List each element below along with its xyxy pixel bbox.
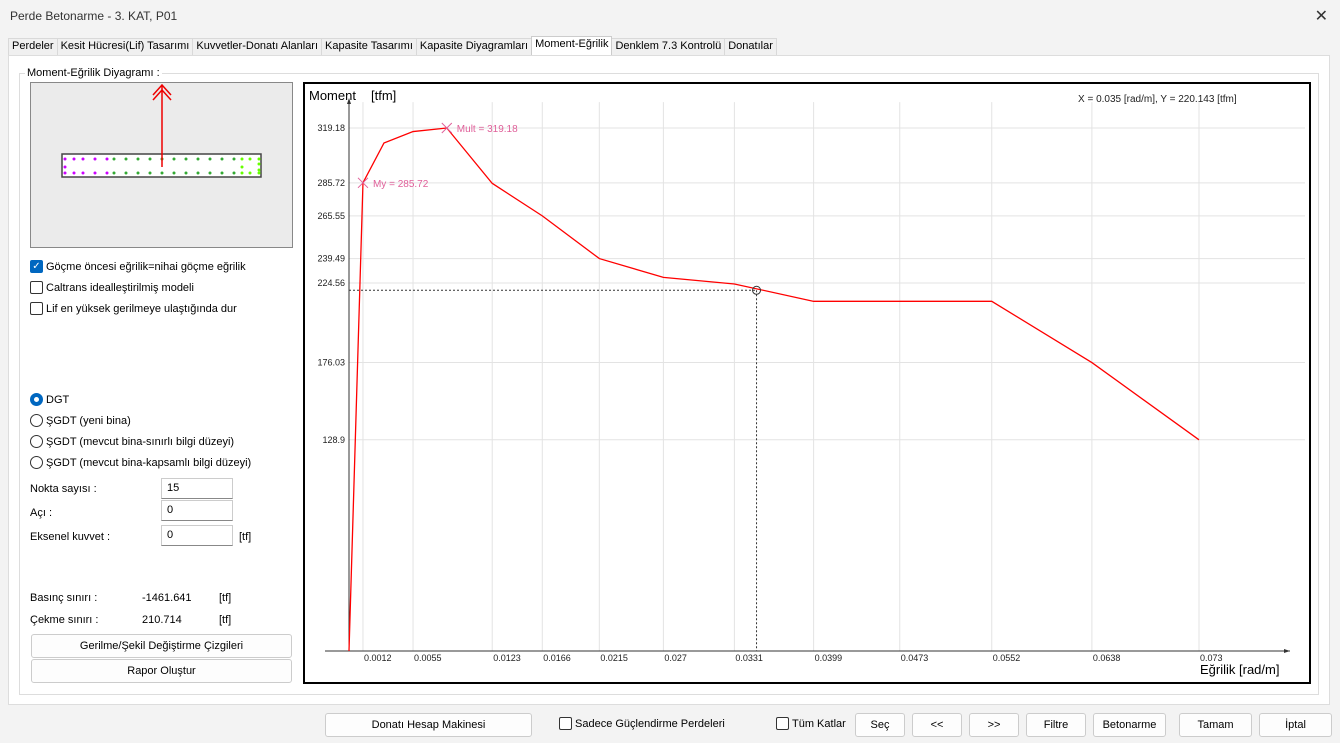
cekme-unit: [tf] xyxy=(219,614,232,626)
x-tick-label: 0.0552 xyxy=(993,653,1021,663)
x-tick-label: 0.0055 xyxy=(414,653,442,663)
sadece-label: Sadece Güçlendirme Perdeleri xyxy=(575,717,725,730)
radio-label: DGT xyxy=(46,393,70,406)
cursor-readout: X = 0.035 [rad/m], Y = 220.143 [tfm] xyxy=(1078,94,1237,105)
tab-4[interactable]: Kapasite Diyagramları xyxy=(415,38,533,55)
tab-6[interactable]: Denklem 7.3 Kontrolü xyxy=(611,38,726,55)
moment-curvature-chart[interactable]: 0.0012 0.0055 0.0123 0.0166 0.0215 0.027 0.033… xyxy=(303,82,1311,684)
rapor-olustur-button[interactable]: Rapor Oluştur xyxy=(31,659,292,683)
section-preview xyxy=(30,82,293,248)
x-tick-label: 0.0012 xyxy=(364,653,392,663)
basinc-unit: [tf] xyxy=(219,592,232,604)
next-button[interactable]: >> xyxy=(969,713,1019,737)
tab-bar: Perdeler Kesit Hücresi(Lif) Tasarımı Kuvve… xyxy=(8,36,777,55)
aci-input[interactable]: 0 xyxy=(161,500,233,521)
x-tick-label: 0.0473 xyxy=(901,653,929,663)
radio-icon[interactable] xyxy=(30,393,43,406)
y-axis-unit: [tfm] xyxy=(371,88,396,103)
annotation-label: Mult = 319.18 xyxy=(457,124,518,135)
tab-0[interactable]: Perdeler xyxy=(8,38,58,55)
sadece-guclendirme-checkbox[interactable]: Sadece Güçlendirme Perdeleri xyxy=(559,717,725,730)
radio-icon[interactable] xyxy=(30,435,43,448)
iptal-button[interactable]: İptal xyxy=(1259,713,1332,737)
y-tick-label: 319.18 xyxy=(317,123,345,133)
y-tick-label: 265.55 xyxy=(317,211,345,221)
radio-icon[interactable] xyxy=(30,414,43,427)
annotation-label: My = 285.72 xyxy=(373,179,429,190)
tab-7[interactable]: Donatılar xyxy=(724,38,777,55)
tab-2[interactable]: Kuvvetler-Donatı Alanları xyxy=(192,38,323,55)
checkbox-icon[interactable] xyxy=(30,302,43,315)
basinc-value: -1461.641 xyxy=(142,592,192,604)
radio-label: ŞGDT (mevcut bina-sınırlı bilgi düzeyi) xyxy=(46,435,235,448)
x-axis-arrow xyxy=(1284,649,1290,653)
checkbox-icon[interactable] xyxy=(30,281,43,294)
x-tick-label: 0.0123 xyxy=(493,653,521,663)
x-tick-label: 0.027 xyxy=(664,653,687,663)
radio-label: ŞGDT (mevcut bina-kapsamlı bilgi düzeyi) xyxy=(46,456,252,469)
option-checkbox-1[interactable]: Caltrans idealleştirilmiş modeli xyxy=(30,281,246,294)
tab-5[interactable]: Moment-Eğrilik xyxy=(531,36,613,55)
cekme-value: 210.714 xyxy=(142,614,182,626)
eksenel-label: Eksenel kuvvet : xyxy=(30,531,111,543)
nokta-sayisi-input[interactable]: 15 xyxy=(161,478,233,499)
filtre-button[interactable]: Filtre xyxy=(1026,713,1086,737)
cekme-label: Çekme sınırı : xyxy=(30,614,99,626)
close-icon[interactable]: ✕ xyxy=(1315,6,1328,26)
gerilme-cizgileri-button[interactable]: Gerilme/Şekil Değiştirme Çizgileri xyxy=(31,634,292,658)
basinc-label: Basınç sınırı : xyxy=(30,592,98,604)
x-tick-label: 0.0331 xyxy=(735,653,763,663)
standard-radio-1[interactable]: ŞGDT (yeni bina) xyxy=(30,414,251,427)
x-axis-title: Eğrilik [rad/m] xyxy=(1200,662,1279,677)
y-axis-title: Moment xyxy=(309,88,356,103)
donati-hesap-makinesi-button[interactable]: Donatı Hesap Makinesi xyxy=(325,713,532,737)
x-tick-label: 0.0399 xyxy=(815,653,843,663)
tamam-button[interactable]: Tamam xyxy=(1179,713,1252,737)
standard-radio-3[interactable]: ŞGDT (mevcut bina-kapsamlı bilgi düzeyi) xyxy=(30,456,251,469)
aci-label: Açı : xyxy=(30,507,53,519)
y-tick-label: 176.03 xyxy=(317,358,345,368)
y-tick-label: 128.9 xyxy=(322,435,345,445)
y-tick-label: 285.72 xyxy=(317,178,345,188)
y-tick-label: 239.49 xyxy=(317,254,345,264)
checkbox-icon[interactable]: ✓ xyxy=(30,260,43,273)
tum-katlar-label: Tüm Katlar xyxy=(792,717,846,730)
group-label: Moment-Eğrilik Diyagramı : xyxy=(25,67,162,79)
checkbox-label: Caltrans idealleştirilmiş modeli xyxy=(46,281,194,294)
moment-curve xyxy=(348,127,1200,652)
nokta-label: Nokta sayısı : xyxy=(30,483,97,495)
tum-katlar-checkbox[interactable]: Tüm Katlar xyxy=(776,717,846,730)
previous-button[interactable]: << xyxy=(912,713,962,737)
radio-icon[interactable] xyxy=(30,456,43,469)
radio-label: ŞGDT (yeni bina) xyxy=(46,414,131,427)
option-checkbox-2[interactable]: Lif en yüksek gerilmeye ulaştığında dur xyxy=(30,302,246,315)
checkbox-label: Göçme öncesi eğrilik=nihai göçme eğrilik xyxy=(46,260,246,273)
standard-radio-2[interactable]: ŞGDT (mevcut bina-sınırlı bilgi düzeyi) xyxy=(30,435,251,448)
betonarme-button[interactable]: Betonarme xyxy=(1093,713,1166,737)
x-tick-label: 0.0166 xyxy=(543,653,571,663)
x-tick-label: 0.0215 xyxy=(600,653,628,663)
option-checkbox-0[interactable]: ✓ Göçme öncesi eğrilik=nihai göçme eğrili… xyxy=(30,260,246,273)
y-tick-label: 224.56 xyxy=(317,278,345,288)
tab-3[interactable]: Kapasite Tasarımı xyxy=(321,38,417,55)
sec-button[interactable]: Seç xyxy=(855,713,905,737)
title-bar xyxy=(0,0,1340,32)
window-title: Perde Betonarme - 3. KAT, P01 xyxy=(10,9,178,23)
eksenel-unit: [tf] xyxy=(239,531,252,543)
standard-radio-0[interactable]: DGT xyxy=(30,393,251,406)
eksenel-kuvvet-input[interactable]: 0 xyxy=(161,525,233,546)
x-tick-label: 0.0638 xyxy=(1093,653,1121,663)
tab-1[interactable]: Kesit Hücresi(Lif) Tasarımı xyxy=(56,38,194,55)
section-drawing xyxy=(61,83,262,178)
checkbox-label: Lif en yüksek gerilmeye ulaştığında dur xyxy=(46,302,237,315)
